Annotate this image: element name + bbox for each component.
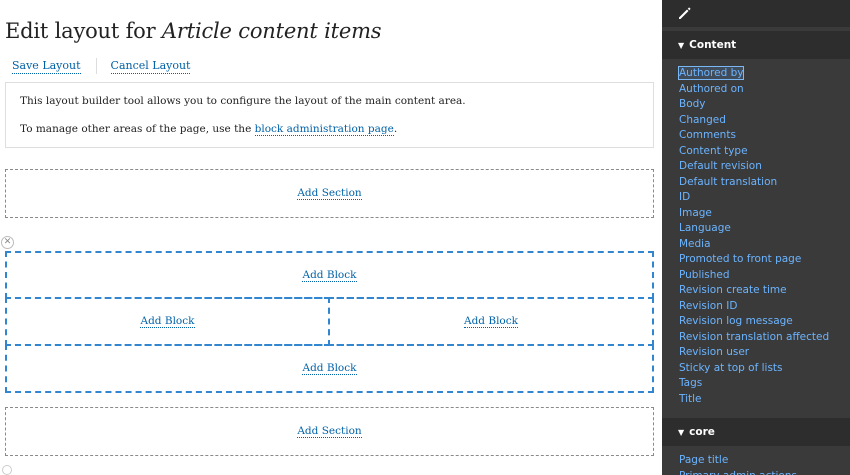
sidebar-toolbar	[662, 0, 850, 27]
block-administration-link[interactable]: block administration page	[254, 123, 394, 136]
sidebar-item-link[interactable]: Revision log message	[679, 315, 793, 327]
tab-divider	[95, 58, 97, 74]
sidebar-group-header-content[interactable]: ▼ Content	[662, 31, 850, 59]
sidebar-item-link[interactable]: Promoted to front page	[679, 253, 801, 265]
sidebar-item: Default translation	[679, 172, 850, 188]
sidebar-item-link[interactable]: Tags	[679, 377, 702, 389]
sidebar-item-link[interactable]: Revision user	[679, 346, 749, 358]
sidebar-item-link[interactable]: Media	[679, 238, 711, 250]
sidebar-item: Revision ID	[679, 296, 850, 312]
sidebar-item-link[interactable]: Default translation	[679, 176, 777, 188]
sidebar-item: Content type	[679, 141, 850, 157]
region-first: Add Block	[5, 297, 330, 346]
sidebar-item-link[interactable]: Comments	[679, 129, 736, 141]
sidebar-item-link[interactable]: Content type	[679, 145, 748, 157]
add-section-link-top[interactable]: Add Section	[297, 187, 362, 200]
sidebar-group-title: Content	[689, 39, 737, 51]
sidebar-item-link[interactable]: Revision ID	[679, 300, 737, 312]
sidebar-item: Title	[679, 389, 850, 405]
sidebar-item-link[interactable]: Sticky at top of lists	[679, 362, 783, 374]
sidebar-item: ID	[679, 187, 850, 203]
save-layout-button[interactable]: Save Layout	[12, 59, 81, 74]
region-top: Add Block	[5, 251, 654, 299]
sidebar-item-link[interactable]: Default revision	[679, 160, 762, 172]
help-message: This layout builder tool allows you to c…	[5, 82, 654, 148]
close-icon[interactable]: ✕	[1, 236, 14, 249]
help-text-2-prefix: To manage other areas of the page, use t…	[20, 123, 255, 135]
sidebar-item: Media	[679, 234, 850, 250]
sidebar-item-link[interactable]: Body	[679, 98, 706, 110]
cancel-layout-button[interactable]: Cancel Layout	[110, 59, 191, 74]
sidebar-item: Promoted to front page	[679, 249, 850, 265]
sidebar-item: Revision translation affected	[679, 327, 850, 343]
sidebar-item: Revision user	[679, 342, 850, 358]
sidebar-item-link[interactable]: Changed	[679, 114, 726, 126]
sidebar-item-link[interactable]: Image	[679, 207, 712, 219]
sidebar-item: Language	[679, 218, 850, 234]
layout-actions: Save Layout Cancel Layout	[5, 56, 191, 76]
sidebar-item: Revision log message	[679, 311, 850, 327]
help-text-2: To manage other areas of the page, use t…	[20, 121, 639, 137]
sidebar-item-link[interactable]: Authored on	[679, 83, 744, 95]
add-block-link-second[interactable]: Add Block	[463, 315, 518, 328]
sidebar-item-link[interactable]: Primary admin actions	[679, 470, 797, 475]
sidebar-item: Comments	[679, 125, 850, 141]
sidebar-item-link[interactable]: Title	[679, 393, 702, 405]
sidebar-item: Tags	[679, 373, 850, 389]
sidebar-item: Published	[679, 265, 850, 281]
add-section-bottom: Add Section	[5, 407, 654, 456]
block-chooser-sidebar: ▼ Content Authored by Authored on Body Chan…	[662, 0, 850, 475]
layout-section: Add Block Add Block Add Block Add Block	[5, 251, 654, 393]
partial-circle-icon	[2, 465, 12, 475]
sidebar-item-link[interactable]: Revision translation affected	[679, 331, 829, 343]
sidebar-item: Image	[679, 203, 850, 219]
sidebar-list-core: Page title Primary admin actions	[662, 446, 850, 475]
sidebar-item: Default revision	[679, 156, 850, 172]
triangle-down-icon: ▼	[678, 427, 685, 437]
sidebar-item: Primary admin actions	[679, 466, 850, 475]
page-title-entity: Article content items	[161, 19, 382, 43]
sidebar-group-header-core[interactable]: ▼ core	[662, 418, 850, 446]
add-block-link-top[interactable]: Add Block	[302, 269, 357, 282]
layout-builder-main: Edit layout for Article content items Sa…	[0, 0, 662, 475]
region-second: Add Block	[328, 297, 654, 346]
sidebar-item: Sticky at top of lists	[679, 358, 850, 374]
page-title-prefix: Edit layout for	[5, 19, 162, 43]
pencil-icon[interactable]	[676, 4, 694, 22]
sidebar-item: Revision create time	[679, 280, 850, 296]
sidebar-list-content: Authored by Authored on Body Changed Comment…	[662, 59, 850, 410]
sidebar-item: Page title	[679, 450, 850, 466]
sidebar-item-link[interactable]: Authored by	[677, 66, 745, 80]
help-text-1: This layout builder tool allows you to c…	[20, 95, 466, 107]
sidebar-item: Authored on	[679, 79, 850, 95]
sidebar-group-title: core	[689, 426, 715, 438]
sidebar-item-link[interactable]: Revision create time	[679, 284, 787, 296]
add-block-link-bottom[interactable]: Add Block	[302, 362, 357, 375]
sidebar-item-link[interactable]: Published	[679, 269, 730, 281]
help-text-2-suffix: .	[393, 123, 398, 135]
sidebar-item-link[interactable]: Page title	[679, 454, 728, 466]
add-section-link-bottom[interactable]: Add Section	[297, 425, 362, 438]
region-bottom: Add Block	[5, 344, 654, 393]
sidebar-item: Body	[679, 94, 850, 110]
sidebar-item: Changed	[679, 110, 850, 126]
sidebar-item-link[interactable]: ID	[679, 191, 690, 203]
add-block-link-first[interactable]: Add Block	[140, 315, 195, 328]
triangle-down-icon: ▼	[678, 40, 685, 50]
sidebar-item: Authored by	[677, 63, 850, 80]
sidebar-item-link[interactable]: Language	[679, 222, 731, 234]
page-title: Edit layout for Article content items	[5, 19, 382, 43]
add-section-top: Add Section	[5, 169, 654, 218]
